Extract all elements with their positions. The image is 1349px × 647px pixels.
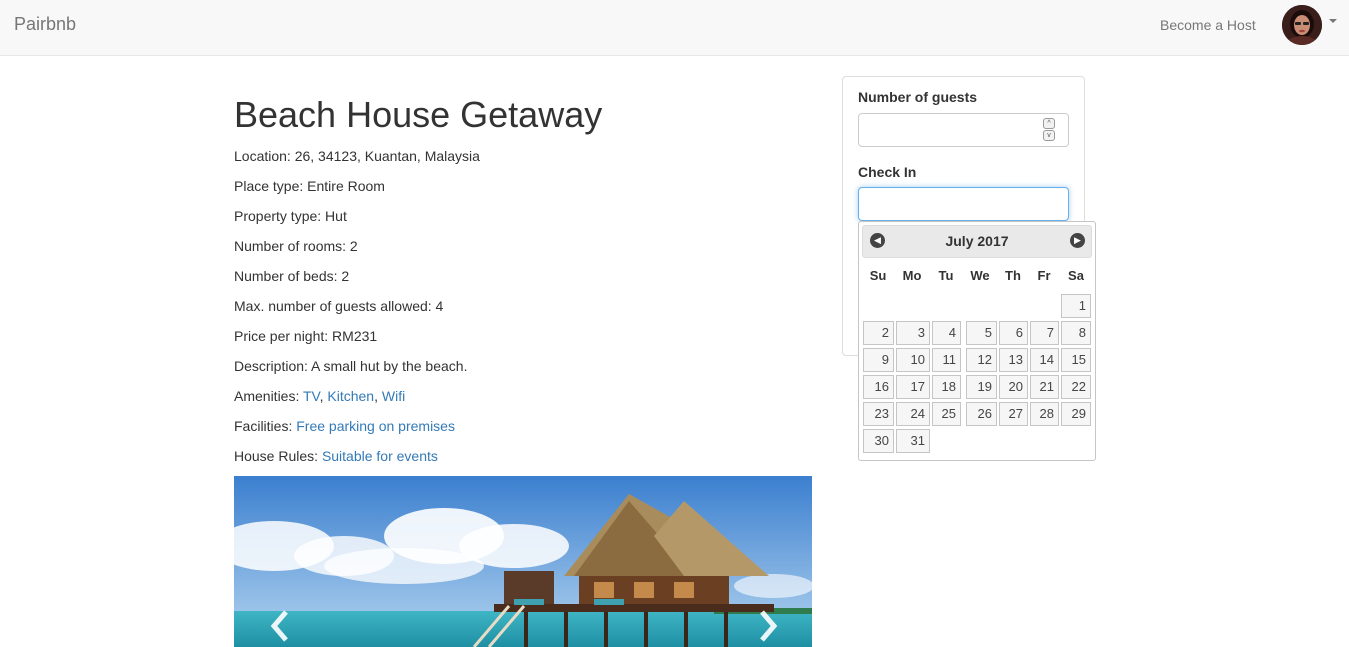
- amenity-link-tv[interactable]: TV: [303, 388, 320, 404]
- datepicker-day[interactable]: 29: [1061, 402, 1091, 426]
- user-menu-caret-icon[interactable]: [1329, 19, 1337, 23]
- datepicker-day[interactable]: 12: [966, 348, 997, 372]
- datepicker-day[interactable]: 14: [1030, 348, 1059, 372]
- next-month-chevron-right-icon[interactable]: ▶: [1070, 233, 1085, 248]
- datepicker-day[interactable]: 31: [896, 429, 930, 453]
- guests-number-input[interactable]: [858, 113, 1069, 147]
- top-navbar: Pairbnb Become a Host: [0, 0, 1349, 56]
- house-rules-label: House Rules:: [234, 448, 322, 464]
- listing-price: Price per night: RM231: [234, 328, 378, 344]
- datepicker-day[interactable]: 27: [999, 402, 1028, 426]
- become-host-link[interactable]: Become a Host: [1160, 17, 1256, 33]
- datepicker-day[interactable]: 28: [1030, 402, 1059, 426]
- datepicker-day[interactable]: 30: [863, 429, 894, 453]
- amenities-label: Amenities:: [234, 388, 303, 404]
- datepicker-day[interactable]: 2: [863, 321, 894, 345]
- spin-down-icon[interactable]: v: [1043, 130, 1055, 141]
- datepicker-day[interactable]: 20: [999, 375, 1028, 399]
- listing-description: Description: A small hut by the beach.: [234, 358, 468, 374]
- listing-amenities: Amenities: TV, Kitchen, Wifi: [234, 388, 406, 404]
- listing-rooms: Number of rooms: 2: [234, 238, 358, 254]
- weekday-sa: Sa: [1068, 268, 1084, 283]
- listing-place-type: Place type: Entire Room: [234, 178, 385, 194]
- datepicker-day[interactable]: 5: [966, 321, 997, 345]
- datepicker-day[interactable]: 19: [966, 375, 997, 399]
- datepicker-day[interactable]: 4: [932, 321, 961, 345]
- datepicker-day[interactable]: 17: [896, 375, 930, 399]
- datepicker-day[interactable]: 25: [932, 402, 961, 426]
- listing-photo-carousel: [234, 476, 812, 647]
- listing-location: Location: 26, 34123, Kuantan, Malaysia: [234, 148, 480, 164]
- datepicker-day[interactable]: 15: [1061, 348, 1091, 372]
- datepicker-day[interactable]: 10: [896, 348, 930, 372]
- avatar-image: [1282, 5, 1322, 45]
- guests-label: Number of guests: [858, 89, 978, 105]
- weekday-tu: Tu: [938, 268, 954, 283]
- amenity-link-wifi[interactable]: Wifi: [382, 388, 405, 404]
- datepicker-day[interactable]: 23: [863, 402, 894, 426]
- datepicker-day[interactable]: 26: [966, 402, 997, 426]
- datepicker-day[interactable]: 24: [896, 402, 930, 426]
- guests-spinner[interactable]: ^ v: [1043, 118, 1055, 142]
- spin-up-icon[interactable]: ^: [1043, 118, 1055, 129]
- carousel-next-chevron-right-icon[interactable]: [752, 606, 782, 646]
- weekday-th: Th: [1005, 268, 1021, 283]
- datepicker-day[interactable]: 18: [932, 375, 961, 399]
- amenity-link-kitchen[interactable]: Kitchen: [327, 388, 374, 404]
- listing-house-rules: House Rules: Suitable for events: [234, 448, 438, 464]
- datepicker-month-title: July 2017: [945, 233, 1009, 249]
- carousel-prev-chevron-left-icon[interactable]: [266, 606, 296, 646]
- facility-link-parking[interactable]: Free parking on premises: [296, 418, 455, 434]
- datepicker-day[interactable]: 6: [999, 321, 1028, 345]
- datepicker-day[interactable]: 3: [896, 321, 930, 345]
- checkin-date-input[interactable]: [858, 187, 1069, 221]
- datepicker-day[interactable]: 16: [863, 375, 894, 399]
- datepicker-day[interactable]: 9: [863, 348, 894, 372]
- listing-beds: Number of beds: 2: [234, 268, 350, 284]
- listing-property-type: Property type: Hut: [234, 208, 347, 224]
- weekday-mo: Mo: [902, 268, 922, 283]
- user-avatar[interactable]: [1282, 5, 1322, 45]
- datepicker-day[interactable]: 1: [1061, 294, 1091, 318]
- datepicker-day[interactable]: 7: [1030, 321, 1059, 345]
- beach-hut-photo: [234, 476, 812, 647]
- weekday-fr: Fr: [1037, 268, 1051, 283]
- datepicker-day[interactable]: 22: [1061, 375, 1091, 399]
- listing-title: Beach House Getaway: [234, 94, 603, 135]
- datepicker-day[interactable]: 13: [999, 348, 1028, 372]
- weekday-we: We: [970, 268, 990, 283]
- datepicker-day[interactable]: 8: [1061, 321, 1091, 345]
- listing-facilities: Facilities: Free parking on premises: [234, 418, 455, 434]
- house-rule-link-events[interactable]: Suitable for events: [322, 448, 438, 464]
- listing-max-guests: Max. number of guests allowed: 4: [234, 298, 444, 314]
- datepicker-day[interactable]: 21: [1030, 375, 1059, 399]
- brand-link[interactable]: Pairbnb: [14, 14, 76, 35]
- checkin-label: Check In: [858, 164, 917, 180]
- weekday-su: Su: [869, 268, 887, 283]
- facilities-label: Facilities:: [234, 418, 297, 434]
- datepicker-day[interactable]: 11: [932, 348, 961, 372]
